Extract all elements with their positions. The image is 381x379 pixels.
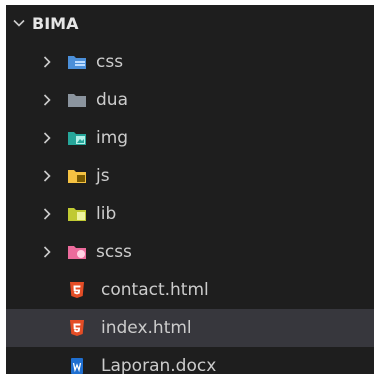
chevron-right-icon: [40, 207, 54, 221]
explorer-panel: BIMA css dua img js lib scss contact.htm…: [6, 5, 374, 374]
chevron-right-icon: [40, 169, 54, 183]
tree-item-label: dua: [96, 90, 128, 110]
tree-item-label: css: [96, 52, 124, 72]
css-folder-icon: [67, 53, 87, 71]
tree-folder-scss[interactable]: scss: [6, 233, 374, 271]
tree-folder-lib[interactable]: lib: [6, 195, 374, 233]
chevron-down-icon: [12, 16, 26, 30]
chevron-right-icon: [40, 131, 54, 145]
tree-file-index-html[interactable]: index.html: [6, 309, 374, 347]
chevron-right-icon: [40, 93, 54, 107]
tree-folder-css[interactable]: css: [6, 43, 374, 81]
lib-folder-icon: [67, 205, 87, 223]
explorer-root-header[interactable]: BIMA: [6, 5, 374, 41]
tree-file-laporan-docx[interactable]: Laporan.docx: [6, 347, 374, 374]
tree-item-label: Laporan.docx: [101, 356, 217, 374]
tree-item-label: index.html: [101, 318, 192, 338]
tree-folder-js[interactable]: js: [6, 157, 374, 195]
chevron-right-icon: [40, 55, 54, 69]
explorer-root-label: BIMA: [32, 13, 79, 33]
js-folder-icon: [67, 167, 87, 185]
tree-folder-dua[interactable]: dua: [6, 81, 374, 119]
image-folder-icon: [67, 129, 87, 147]
tree-item-label: scss: [96, 242, 132, 262]
word-doc-icon: [67, 357, 87, 374]
tree-item-label: contact.html: [101, 280, 209, 300]
html5-icon: [67, 281, 87, 299]
tree-folder-img[interactable]: img: [6, 119, 374, 157]
tree-item-label: js: [96, 166, 110, 186]
folder-icon: [67, 91, 87, 109]
chevron-right-icon: [40, 245, 54, 259]
html5-icon: [67, 319, 87, 337]
tree-item-label: lib: [96, 204, 117, 224]
tree-item-label: img: [96, 128, 129, 148]
scss-folder-icon: [67, 243, 87, 261]
tree-file-contact-html[interactable]: contact.html: [6, 271, 374, 309]
